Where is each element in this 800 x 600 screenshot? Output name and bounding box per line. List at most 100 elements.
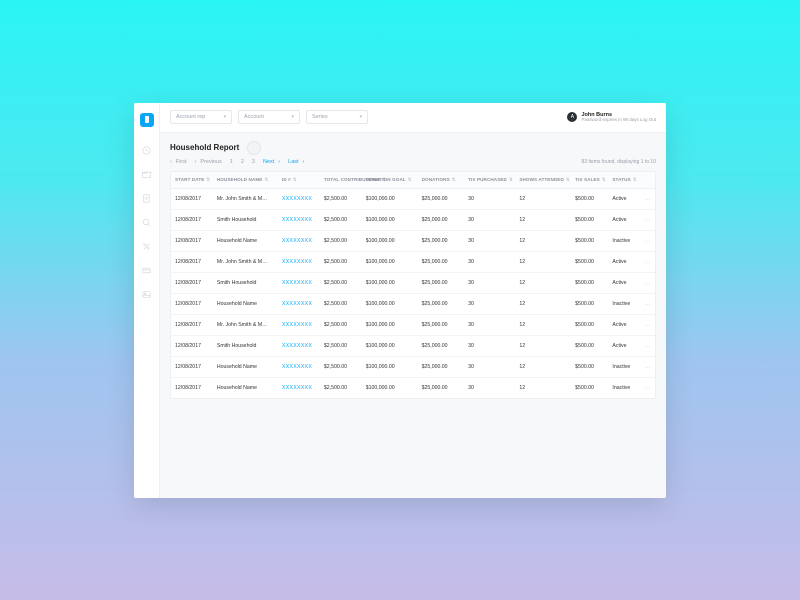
table-row[interactable]: 12/08/2017Household NameXXXXXXXX$2,500.0… [171,293,655,314]
table-row[interactable]: 12/08/2017Mr. John Smith & M…XXXXXXXX$2,… [171,251,655,272]
col-header[interactable]: DONATIONS⇅ [418,172,465,189]
cell-id[interactable]: XXXXXXXX [278,188,320,209]
cell-shows: 12 [515,293,571,314]
col-header[interactable]: ID #⇅ [278,172,320,189]
page-prev[interactable]: Previous [195,159,222,165]
table-row[interactable]: 12/08/2017Smith HouseholdXXXXXXXX$2,500.… [171,272,655,293]
select-label: Account rep [176,114,205,120]
table-row[interactable]: 12/08/2017Mr. John Smith & M…XXXXXXXX$2,… [171,188,655,209]
cell-name: Household Name [213,356,278,377]
dashboard-icon[interactable] [141,145,153,157]
cell-id[interactable]: XXXXXXXX [278,335,320,356]
select-account-rep[interactable]: Account rep ▾ [170,110,232,124]
col-header[interactable]: DONATION GOAL⇅ [362,172,418,189]
cell-id[interactable]: XXXXXXXX [278,272,320,293]
cell-shows: 12 [515,335,571,356]
select-series[interactable]: Series ▾ [306,110,368,124]
col-header[interactable]: TIX PURCHASED⇅ [464,172,515,189]
cell-shows: 12 [515,251,571,272]
percent-icon[interactable] [141,241,153,253]
cell-goal: $100,000.00 [362,272,418,293]
cell-id[interactable]: XXXXXXXX [278,209,320,230]
cell-date: 12/08/2017 [171,209,213,230]
cell-shows: 12 [515,230,571,251]
cell-goal: $100,000.00 [362,230,418,251]
cell-goal: $100,000.00 [362,314,418,335]
cell-status: Inactive [608,293,641,314]
cell-name: Household Name [213,377,278,398]
user-box[interactable]: A John Burns Password expires in 98 days… [567,112,656,123]
cell-donations: $25,000.00 [418,272,465,293]
page-first[interactable]: First [170,159,187,165]
cell-tix: 30 [464,377,515,398]
cell-actions[interactable]: … [641,335,655,356]
select-label: Series [312,114,328,120]
table-row[interactable]: 12/08/2017Household NameXXXXXXXX$2,500.0… [171,230,655,251]
cell-status: Active [608,335,641,356]
table-row[interactable]: 12/08/2017Household NameXXXXXXXX$2,500.0… [171,356,655,377]
document-icon[interactable] [141,193,153,205]
page-last[interactable]: Last [288,159,304,165]
cell-date: 12/08/2017 [171,188,213,209]
cell-sales: $500.00 [571,314,608,335]
table-row[interactable]: 12/08/2017Household NameXXXXXXXX$2,500.0… [171,377,655,398]
cell-tix: 30 [464,251,515,272]
cell-shows: 12 [515,314,571,335]
select-label: Account [244,114,264,120]
cell-goal: $100,000.00 [362,188,418,209]
col-header[interactable]: SHOWS ATTENDED⇅ [515,172,571,189]
select-account[interactable]: Account ▾ [238,110,300,124]
cell-contrib: $2,500.00 [320,251,362,272]
user-info: John Burns Password expires in 98 days L… [581,112,656,123]
search-icon[interactable] [141,217,153,229]
cell-name: Smith Household [213,209,278,230]
cell-contrib: $2,500.00 [320,377,362,398]
table-row[interactable]: 12/08/2017Smith HouseholdXXXXXXXX$2,500.… [171,335,655,356]
cell-actions[interactable]: … [641,188,655,209]
sort-icon: ⇅ [206,177,210,183]
cell-id[interactable]: XXXXXXXX [278,230,320,251]
page-1[interactable]: 1 [230,159,233,165]
logo-icon[interactable] [140,113,154,127]
cell-sales: $500.00 [571,335,608,356]
col-header[interactable]: STATUS⇅ [608,172,641,189]
cell-id[interactable]: XXXXXXXX [278,377,320,398]
cell-status: Active [608,251,641,272]
folder-icon[interactable] [141,169,153,181]
cell-status: Inactive [608,377,641,398]
col-header[interactable]: TOTAL CONTRIBUTIONS⇅ [320,172,362,189]
cell-actions[interactable]: … [641,293,655,314]
cell-goal: $100,000.00 [362,293,418,314]
cell-id[interactable]: XXXXXXXX [278,356,320,377]
cell-actions[interactable]: … [641,356,655,377]
cell-actions[interactable]: … [641,209,655,230]
cell-id[interactable]: XXXXXXXX [278,293,320,314]
sort-icon: ⇅ [509,177,513,183]
cell-actions[interactable]: … [641,272,655,293]
table-row[interactable]: 12/08/2017Mr. John Smith & M…XXXXXXXX$2,… [171,314,655,335]
cell-shows: 12 [515,272,571,293]
image-icon[interactable] [141,289,153,301]
page-3[interactable]: 3 [252,159,255,165]
page-next[interactable]: Next [263,159,280,165]
cell-donations: $25,000.00 [418,188,465,209]
cell-id[interactable]: XXXXXXXX [278,314,320,335]
col-header[interactable]: TIX SALES⇅ [571,172,608,189]
cell-actions[interactable]: … [641,314,655,335]
report-table: START DATE⇅HOUSEHOLD NAME⇅ID #⇅TOTAL CON… [170,171,656,399]
cell-id[interactable]: XXXXXXXX [278,251,320,272]
card-icon[interactable] [141,265,153,277]
cell-goal: $100,000.00 [362,209,418,230]
result-count: 83 items found, displaying 1 to 10 [582,159,657,165]
cell-actions[interactable]: … [641,377,655,398]
col-header[interactable]: HOUSEHOLD NAME⇅ [213,172,278,189]
col-header[interactable]: START DATE⇅ [171,172,213,189]
col-header[interactable] [641,172,655,189]
cell-actions[interactable]: … [641,230,655,251]
user-subtext: Password expires in 98 days Log Out [581,118,656,123]
table-row[interactable]: 12/08/2017Smith HouseholdXXXXXXXX$2,500.… [171,209,655,230]
page-2[interactable]: 2 [241,159,244,165]
chevron-down-icon: ▾ [223,114,226,120]
cell-date: 12/08/2017 [171,230,213,251]
cell-actions[interactable]: … [641,251,655,272]
